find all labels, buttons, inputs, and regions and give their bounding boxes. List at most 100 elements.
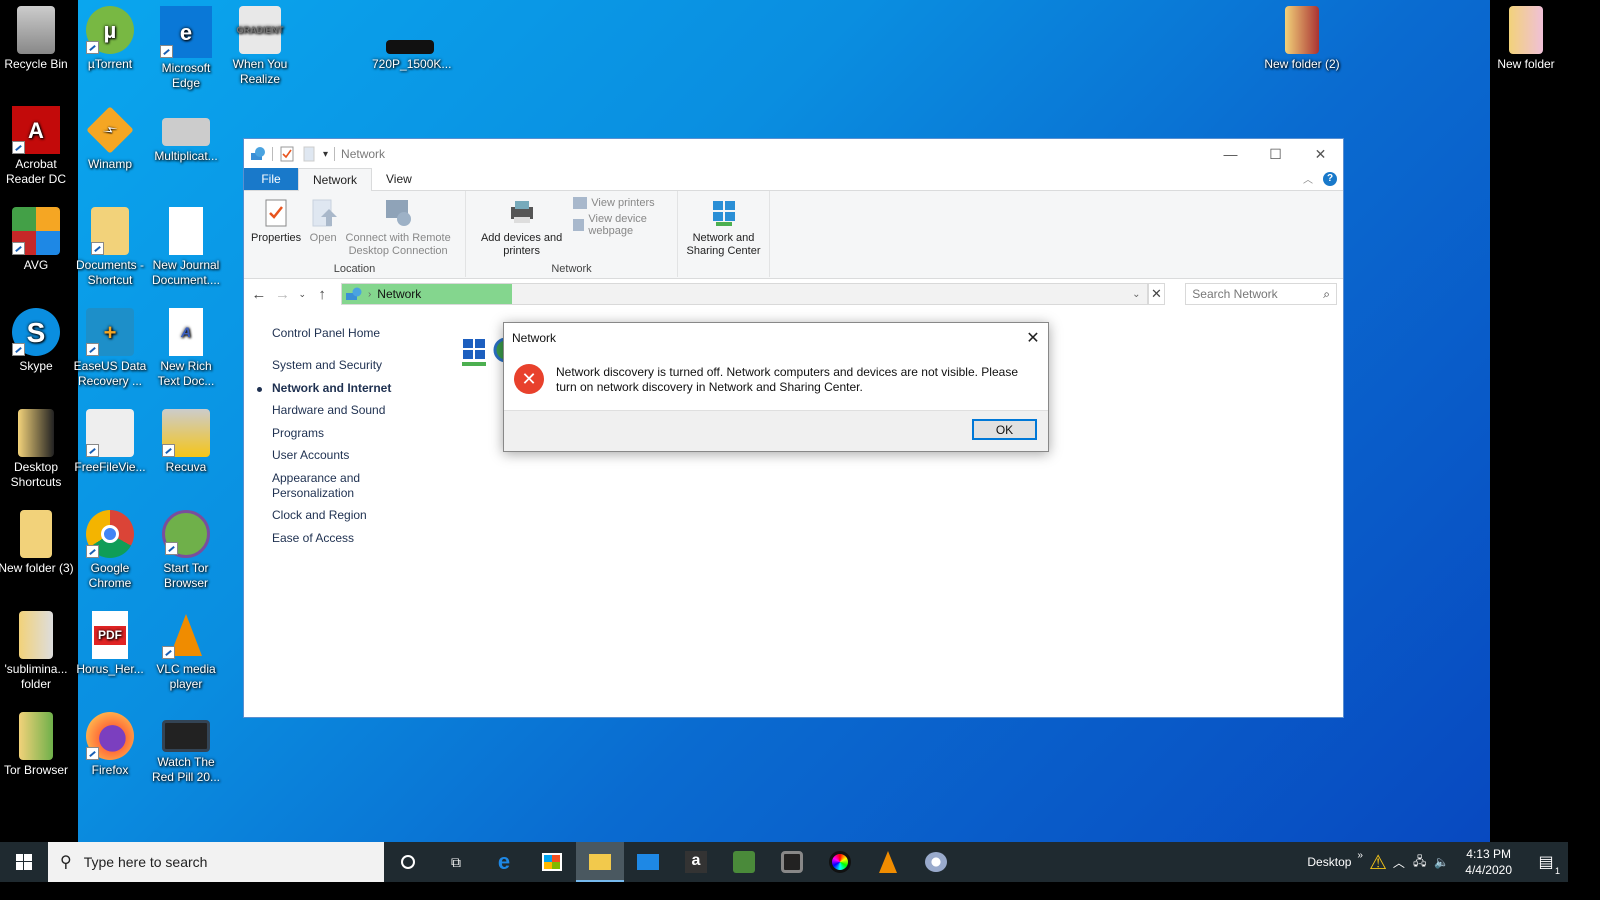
- taskbar-search-box[interactable]: ⚲ Type here to search: [48, 842, 384, 882]
- desktop-icon-documents-shortcut[interactable]: Documents - Shortcut: [72, 201, 148, 288]
- maximize-button[interactable]: ☐: [1253, 139, 1298, 169]
- desktop-icon-utorrent[interactable]: µ µTorrent: [72, 0, 148, 72]
- desktop-icon-desktop-shortcuts[interactable]: Desktop Shortcuts: [0, 403, 74, 490]
- desktop-icon-easeus[interactable]: + EaseUS Data Recovery ...: [72, 302, 148, 389]
- notification-icon: ▤: [1538, 854, 1554, 871]
- network-tray-icon[interactable]: 🖧: [1413, 852, 1426, 873]
- network-location-icon: [345, 287, 362, 300]
- tab-network[interactable]: Network: [298, 168, 373, 191]
- view-printers-button[interactable]: View printers: [573, 197, 673, 209]
- desktop-icon-freefileviewer[interactable]: FreeFileVie...: [72, 403, 148, 475]
- ribbon-group-network: Add devices and printers View printers V…: [466, 191, 678, 277]
- desktop-icon-720p-video[interactable]: 720P_1500K...: [372, 26, 451, 72]
- sidebar-item-user-accounts[interactable]: User Accounts: [254, 448, 444, 463]
- back-button[interactable]: ←: [250, 286, 268, 303]
- volume-tray-icon[interactable]: 🔈: [1434, 855, 1449, 869]
- desktop-icon-new-folder-2[interactable]: New folder (2): [1264, 0, 1340, 72]
- view-device-webpage-button[interactable]: View device webpage: [573, 213, 673, 237]
- desktop-icon-subliminal-folder[interactable]: 'sublimina... folder: [0, 605, 74, 692]
- desktop-icon-vlc[interactable]: VLC media player: [148, 605, 224, 692]
- desktop-icon-multiplication[interactable]: Multiplicat...: [148, 100, 224, 164]
- sidebar-control-panel-home[interactable]: Control Panel Home: [254, 326, 444, 341]
- desktop-icon-horus-pdf[interactable]: PDF Horus_Her...: [72, 605, 148, 677]
- forward-button[interactable]: →: [274, 286, 292, 303]
- tab-view[interactable]: View: [372, 168, 426, 190]
- address-bar[interactable]: › Network ⌄: [340, 283, 1148, 305]
- close-button[interactable]: ✕: [1298, 139, 1343, 169]
- desktop-icon-new-rich-text[interactable]: A New Rich Text Doc...: [148, 302, 224, 389]
- vlc-icon: [879, 851, 897, 873]
- network-sharing-center-icon[interactable]: [458, 337, 490, 369]
- sidebar-item-clock-region[interactable]: Clock and Region: [254, 508, 444, 523]
- desktop-icon-winamp[interactable]: ⚡ Winamp: [72, 100, 148, 172]
- taskbar-file-explorer[interactable]: [576, 842, 624, 882]
- desktop-icon-avg[interactable]: AVG: [0, 201, 74, 273]
- taskbar-vlc[interactable]: [864, 842, 912, 882]
- new-folder-qa-icon[interactable]: [301, 146, 317, 162]
- task-view-icon: ⧉: [451, 853, 461, 870]
- desktop-icon-new-journal[interactable]: New Journal Document....: [148, 201, 224, 288]
- breadcrumb-chevron-icon: ›: [367, 288, 372, 300]
- desktop-icon-when-you-realize[interactable]: GRADIENT When You Realize: [222, 0, 298, 87]
- taskbar-paint[interactable]: [912, 842, 960, 882]
- cortana-button[interactable]: [384, 842, 432, 882]
- desktop-icon-start-tor[interactable]: Start Tor Browser: [148, 504, 224, 591]
- taskbar-edge[interactable]: e: [480, 842, 528, 882]
- breadcrumb-network[interactable]: Network: [377, 287, 421, 301]
- video-thumbnail-icon: [386, 40, 434, 54]
- help-icon[interactable]: ?: [1323, 171, 1337, 186]
- dialog-close-button[interactable]: ✕: [1018, 328, 1048, 348]
- desktop-icon-skype[interactable]: S Skype: [0, 302, 74, 374]
- ribbon: Properties Open Connect with Remote Desk…: [244, 191, 1343, 279]
- desktop-icon-new-folder[interactable]: New folder: [1488, 0, 1564, 72]
- network-sharing-center-button[interactable]: Network and Sharing Center: [682, 195, 765, 277]
- clear-address-button[interactable]: ✕: [1147, 283, 1166, 305]
- dialog-title: Network: [512, 331, 557, 345]
- ribbon-group-label: Location: [333, 263, 376, 275]
- recent-locations-icon[interactable]: ⌄: [297, 289, 307, 300]
- desktop-icon-chrome[interactable]: Google Chrome: [72, 504, 148, 591]
- sidebar-item-appearance[interactable]: Appearance and Personalization: [254, 471, 364, 501]
- properties-qa-icon[interactable]: [279, 146, 295, 162]
- device-webpage-icon: [573, 219, 585, 231]
- minimize-button[interactable]: —: [1208, 139, 1253, 169]
- quick-access-toolbar: ▾: [250, 146, 336, 162]
- notification-count: 1: [1554, 866, 1560, 876]
- desktop-icon-tor-browser-folder[interactable]: Tor Browser: [0, 706, 74, 778]
- action-center-button[interactable]: ▤ 1: [1524, 852, 1568, 876]
- desktop-icon-recuva[interactable]: Recuva: [148, 403, 224, 475]
- desktop-icon-new-folder-3[interactable]: New folder (3): [0, 504, 74, 576]
- desktop-icon-red-pill-video[interactable]: Watch The Red Pill 20...: [148, 706, 224, 785]
- search-input[interactable]: Search Network ⌕: [1185, 283, 1337, 305]
- taskbar-tripadvisor[interactable]: [720, 842, 768, 882]
- sidebar-item-programs[interactable]: Programs: [254, 426, 444, 441]
- taskbar-camera-app[interactable]: [768, 842, 816, 882]
- up-button[interactable]: ↑: [313, 286, 331, 303]
- taskbar-color-app[interactable]: [816, 842, 864, 882]
- sidebar-item-system-security[interactable]: System and Security: [254, 358, 444, 373]
- sidebar-item-hardware-sound[interactable]: Hardware and Sound: [254, 403, 444, 418]
- show-hidden-icons-chevron[interactable]: ︿: [1393, 854, 1405, 871]
- ok-button[interactable]: OK: [972, 419, 1037, 440]
- desktop-icon-recycle-bin[interactable]: Recycle Bin: [0, 0, 74, 72]
- clock[interactable]: 4:13 PM 4/4/2020: [1453, 846, 1524, 878]
- desktop-icon-acrobat[interactable]: A Acrobat Reader DC: [0, 100, 74, 187]
- taskbar-store[interactable]: [528, 842, 576, 882]
- start-button[interactable]: [0, 842, 48, 882]
- taskbar-amazon[interactable]: a: [672, 842, 720, 882]
- toolbar-overflow-icon[interactable]: »: [1357, 850, 1363, 861]
- warning-tray-icon[interactable]: ⚠: [1369, 850, 1387, 875]
- sidebar-item-ease-of-access[interactable]: Ease of Access: [254, 531, 444, 546]
- desktop-icon-edge[interactable]: e Microsoft Edge: [148, 0, 224, 91]
- system-tray: Desktop » ⚠ ︿ 🖧 🔈 4:13 PM 4/4/2020 ▤ 1: [1307, 842, 1568, 882]
- address-dropdown-icon[interactable]: ⌄: [1132, 289, 1146, 300]
- taskbar-mail[interactable]: [624, 842, 672, 882]
- desktop-toolbar-label[interactable]: Desktop: [1307, 855, 1351, 869]
- desktop-icon-firefox[interactable]: Firefox: [72, 706, 148, 778]
- task-view-button[interactable]: ⧉: [432, 842, 480, 882]
- tab-file[interactable]: File: [244, 168, 298, 190]
- sidebar-item-network-internet[interactable]: Network and Internet: [254, 381, 444, 396]
- collapse-ribbon-icon[interactable]: ︿: [1303, 171, 1313, 186]
- printer-icon: [510, 201, 533, 223]
- customize-qa-dropdown-icon[interactable]: ▾: [323, 149, 328, 160]
